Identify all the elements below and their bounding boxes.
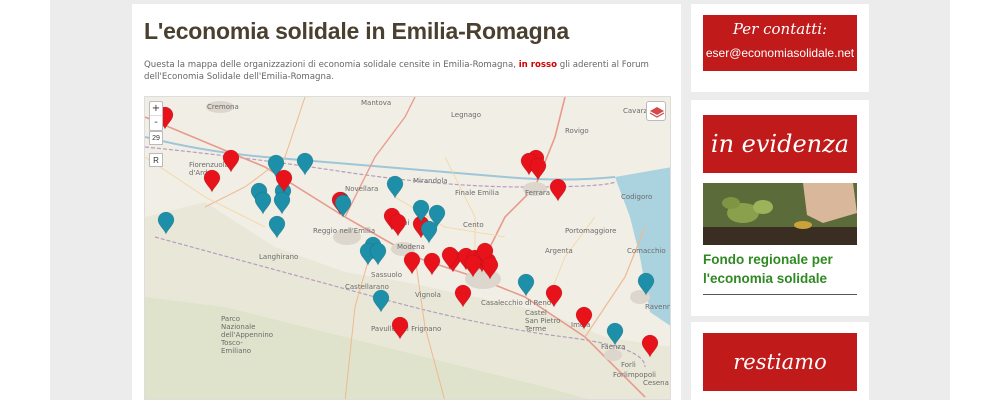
organization-pin[interactable] <box>296 152 314 176</box>
organization-pin[interactable] <box>420 220 438 244</box>
zoom-level: 29 <box>149 131 163 145</box>
intro-text: Questa la mappa delle organizzazioni di … <box>144 59 664 83</box>
contact-title: Per contatti: <box>732 20 828 38</box>
forum-member-pin[interactable] <box>545 284 563 308</box>
zoom-out-button[interactable]: - <box>150 116 162 130</box>
forum-member-pin[interactable] <box>423 252 441 276</box>
forum-member-pin[interactable] <box>454 284 472 308</box>
organization-pin[interactable] <box>334 194 352 218</box>
intro-text-start: Questa la mappa delle organizzazioni di … <box>144 60 516 70</box>
organization-pin[interactable] <box>606 322 624 346</box>
forum-member-pin[interactable] <box>549 178 567 202</box>
organization-pin[interactable] <box>268 215 286 239</box>
organization-pin[interactable] <box>157 211 175 235</box>
zoom-control: + - <box>149 101 163 131</box>
contact-email[interactable]: eser@economiasolidale.net <box>703 38 857 60</box>
forum-member-pin[interactable] <box>464 254 482 278</box>
solidarity-box: restiamo solidali <box>691 322 869 400</box>
intro-text-red: in rosso <box>518 60 558 70</box>
highlight-banner: in evidenza <box>703 115 857 173</box>
solidarity-banner: restiamo solidali <box>703 333 857 391</box>
forum-member-pin[interactable] <box>529 157 547 181</box>
forum-member-pin[interactable] <box>389 213 407 237</box>
feature-divider <box>703 294 857 295</box>
organization-pin[interactable] <box>517 273 535 297</box>
organization-pin[interactable] <box>369 242 387 266</box>
organizations-map[interactable]: Cremona Mantova Legnago Rovigo Cavarzere… <box>144 96 671 400</box>
forum-member-pin[interactable] <box>391 316 409 340</box>
organization-pin[interactable] <box>386 175 404 199</box>
highlight-box: in evidenza Fondo regionale per l'econom… <box>691 100 869 316</box>
layers-icon <box>649 107 665 118</box>
forum-member-pin[interactable] <box>575 306 593 330</box>
reset-view-button[interactable]: R <box>149 153 163 167</box>
organization-pin[interactable] <box>637 272 655 296</box>
forum-member-pin[interactable] <box>403 251 421 275</box>
plant-coin-photo <box>703 183 857 245</box>
feature-title[interactable]: Fondo regionale per l'economia solidale <box>703 250 859 288</box>
feature-image[interactable] <box>703 183 857 245</box>
organization-pin[interactable] <box>372 289 390 313</box>
forum-member-pin[interactable] <box>641 334 659 358</box>
map-pins <box>156 106 659 358</box>
organization-pin[interactable] <box>273 191 291 215</box>
contact-box: Per contatti: eser@economiasolidale.net <box>691 4 869 92</box>
forum-member-pin[interactable] <box>222 149 240 173</box>
organization-pin[interactable] <box>254 191 272 215</box>
forum-member-pin[interactable] <box>481 256 499 280</box>
page-title: L'economia solidale in Emilia-Romagna <box>144 18 569 44</box>
layers-button[interactable] <box>646 101 666 121</box>
forum-member-pin[interactable] <box>203 169 221 193</box>
main-content: L'economia solidale in Emilia-Romagna Qu… <box>132 4 681 400</box>
zoom-in-button[interactable]: + <box>150 102 162 116</box>
contact-banner: Per contatti: eser@economiasolidale.net <box>703 15 857 71</box>
